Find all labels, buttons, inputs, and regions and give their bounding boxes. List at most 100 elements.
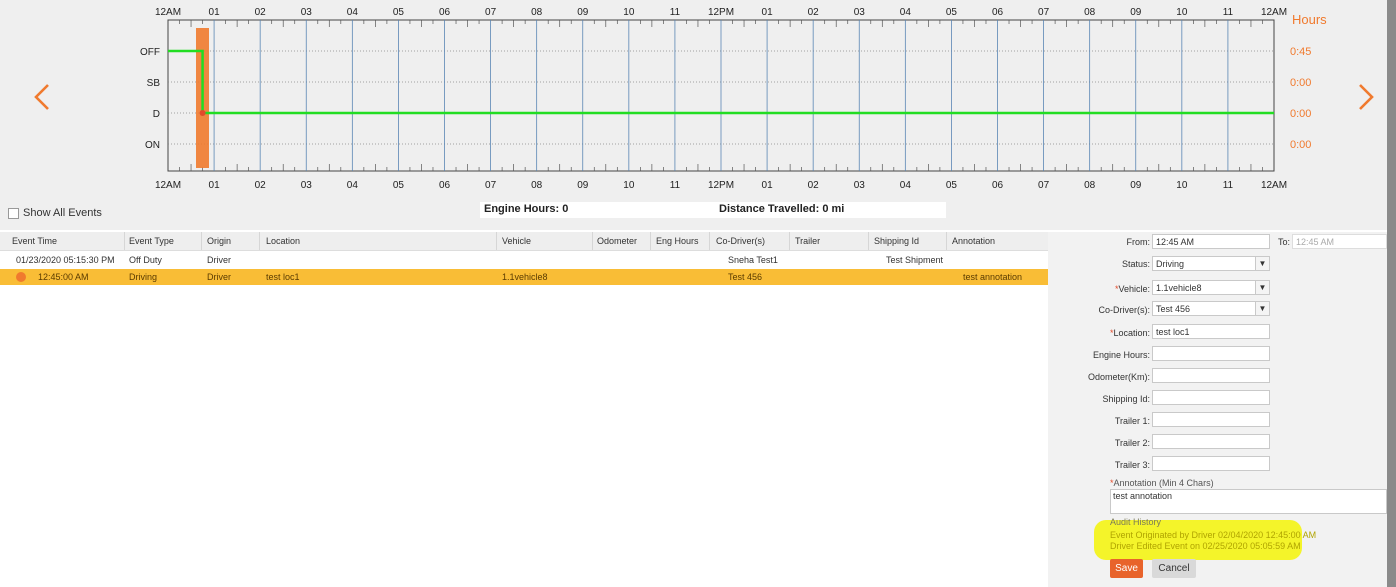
odometer-input[interactable] [1152,368,1270,383]
hour-label-bottom: 06 [992,180,1004,191]
column-header[interactable]: Odometer [597,236,637,246]
engine-hours-input[interactable] [1152,346,1270,361]
save-button[interactable]: Save [1110,559,1143,578]
column-header[interactable]: Trailer [795,236,820,246]
hour-label-bottom: 03 [301,180,313,191]
hour-label-bottom: 01 [762,180,774,191]
status-label-on: ON [145,140,160,151]
status-hours-value: 0:00 [1290,108,1311,120]
chevron-left-icon[interactable] [30,82,56,112]
cell-shipping-id: Test Shipment [886,255,944,265]
column-separator[interactable] [201,232,202,250]
to-label: To: [1277,237,1290,247]
hour-label-bottom: 08 [531,180,543,191]
hour-label-bottom: 12AM [1261,180,1287,191]
column-header[interactable]: Vehicle [502,236,531,246]
cell-event-type: Driving [129,272,158,282]
codriver-label: Co-Driver(s): [1098,305,1151,315]
column-header[interactable]: Event Time [12,236,57,246]
hour-label-top: 07 [485,7,497,18]
column-separator[interactable] [789,232,790,250]
table-row[interactable]: 01/23/2020 05:15:30 PM Off Duty Driver Sneh… [0,252,1048,268]
column-separator[interactable] [496,232,497,250]
column-header[interactable]: Co-Driver(s) [716,236,765,246]
column-separator[interactable] [592,232,593,250]
hour-label-top: 12AM [1261,7,1287,18]
shipping-id-input[interactable] [1152,390,1270,405]
column-separator[interactable] [946,232,947,250]
column-separator[interactable] [650,232,651,250]
hour-label-bottom: 07 [1038,180,1050,191]
status-hours-value: 0:00 [1290,77,1311,89]
hour-label-top: 01 [209,7,221,18]
hour-label-bottom: 09 [1130,180,1142,191]
cell-co-driver: Sneha Test1 [728,255,778,265]
audit-line-edited: Driver Edited Event on 02/25/2020 05:05:… [1110,541,1301,551]
table-row-selected[interactable]: 12:45:00 AM Driving Driver test loc1 1.1vehi… [0,269,1048,285]
cell-location: test loc1 [266,272,300,282]
codriver-select[interactable]: Test 456 ▼ [1152,301,1270,316]
cell-origin: Driver [207,255,231,265]
hour-label-top: 12AM [155,7,181,18]
trailer3-input[interactable] [1152,456,1270,471]
hour-label-bottom: 08 [1084,180,1096,191]
hour-label-bottom: 12AM [155,180,181,191]
column-header[interactable]: Location [266,236,300,246]
summary-bar: Engine Hours: 0 Distance Travelled: 0 mi [480,202,946,218]
cell-annotation: test annotation [963,272,1023,282]
vehicle-label: *Vehicle: [1114,284,1150,294]
cancel-button[interactable]: Cancel [1152,559,1196,578]
location-input[interactable]: test loc1 [1152,324,1270,339]
hour-label-bottom: 12PM [708,180,734,191]
cell-origin: Driver [207,272,231,282]
column-separator[interactable] [259,232,260,250]
column-separator[interactable] [709,232,710,250]
hour-label-bottom: 07 [485,180,497,191]
vehicle-value: 1.1vehicle8 [1156,283,1202,293]
column-separator[interactable] [868,232,869,250]
chevron-down-icon: ▼ [1255,281,1269,294]
status-hours-value: 0:45 [1290,46,1311,58]
to-input[interactable]: 12:45 AM [1292,234,1387,249]
hour-label-top: 08 [531,7,543,18]
hour-label-bottom: 11 [670,180,681,191]
status-select[interactable]: Driving ▼ [1152,256,1270,271]
hour-label-bottom: 05 [393,180,405,191]
column-header[interactable]: Eng Hours [656,236,699,246]
trailer3-label: Trailer 3: [1114,460,1150,470]
events-table-header: Event Time Event Type Origin Location Vehicl… [0,232,1048,251]
hour-label-bottom: 02 [808,180,820,191]
hour-label-top: 03 [301,7,313,18]
hour-label-bottom: 11 [1223,180,1234,191]
chevron-right-icon[interactable] [1352,82,1378,112]
column-header[interactable]: Shipping Id [874,236,919,246]
column-header[interactable]: Event Type [129,236,174,246]
hour-label-top: 04 [900,7,912,18]
event-point[interactable] [199,110,206,116]
hour-label-top: 08 [1084,7,1096,18]
audit-history-title: Audit History [1110,517,1162,527]
cell-event-type: Off Duty [129,255,162,265]
column-header[interactable]: Origin [207,236,231,246]
status-label-sb: SB [147,78,161,89]
hour-label-top: 03 [854,7,866,18]
cell-event-time: 12:45:00 AM [38,272,89,282]
vehicle-select[interactable]: 1.1vehicle8 ▼ [1152,280,1270,295]
odometer-label: Odometer(Km): [1087,372,1150,382]
scrollbar-edge[interactable] [1387,0,1396,587]
hour-label-bottom: 10 [623,180,635,191]
shipping-id-label: Shipping Id: [1102,394,1150,404]
distance-summary: Distance Travelled: 0 mi [719,203,845,215]
trailer2-input[interactable] [1152,434,1270,449]
column-separator[interactable] [124,232,125,250]
location-label: *Location: [1109,328,1150,338]
column-header[interactable]: Annotation [952,236,995,246]
hour-label-bottom: 10 [1176,180,1188,191]
checkbox[interactable] [8,207,19,219]
show-all-events-toggle[interactable]: Show All Events [8,207,102,219]
annotation-textarea[interactable]: test annotation [1110,489,1387,514]
hour-label-bottom: 06 [439,180,451,191]
trailer1-input[interactable] [1152,412,1270,427]
chevron-down-icon: ▼ [1255,302,1269,315]
hour-label-bottom: 04 [347,180,359,191]
